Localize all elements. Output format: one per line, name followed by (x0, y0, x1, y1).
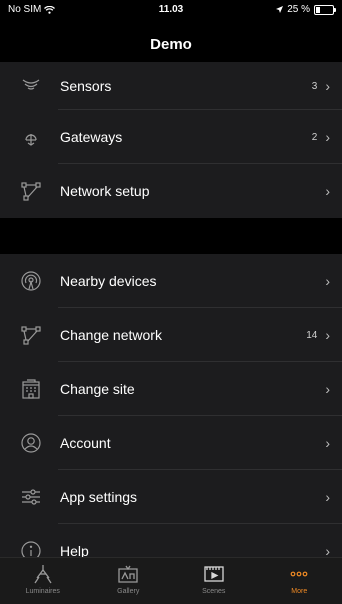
tab-gallery[interactable]: Gallery (86, 558, 172, 604)
tab-label: More (291, 588, 308, 595)
network-icon (20, 324, 42, 346)
list-item-sensors[interactable]: Sensors 3 › (0, 62, 342, 110)
status-right: 25 % (276, 4, 336, 15)
chevron-right-icon: › (325, 327, 330, 343)
gateway-icon (20, 126, 42, 148)
chevron-right-icon: › (325, 78, 330, 94)
list-item-label: Change network (60, 327, 162, 343)
list-item-account[interactable]: Account › (0, 416, 342, 470)
tab-label: Scenes (202, 588, 226, 595)
list-item-label: Sensors (60, 78, 112, 94)
tab-scenes[interactable]: Scenes (171, 558, 257, 604)
chevron-right-icon: › (325, 129, 330, 145)
page-title: Demo (150, 36, 192, 53)
battery-percent: 25 % (287, 4, 310, 15)
scenes-icon (203, 564, 225, 584)
account-icon (20, 432, 42, 454)
nearby-icon (20, 270, 42, 292)
list-item-label: Nearby devices (60, 273, 157, 289)
network-icon (20, 180, 42, 202)
list-item-label: Gateways (60, 129, 123, 145)
list-item-change-site[interactable]: Change site › (0, 362, 342, 416)
list-item-gateways[interactable]: Gateways 2 › (0, 110, 342, 164)
chevron-right-icon: › (325, 489, 330, 505)
list-item-app-settings[interactable]: App settings › (0, 470, 342, 524)
sensors-icon (20, 75, 42, 97)
building-icon (20, 378, 42, 400)
status-bar: No SIM 11.03 25 % (0, 0, 342, 18)
tab-bar: Luminaires Gallery Scenes More (0, 557, 342, 604)
list-item-label: Network setup (60, 183, 150, 199)
tab-luminaires[interactable]: Luminaires (0, 558, 86, 604)
list-item-nearby-devices[interactable]: Nearby devices › (0, 254, 342, 308)
list-item-label: App settings (60, 489, 138, 505)
sliders-icon (20, 486, 42, 508)
gallery-icon (117, 564, 139, 584)
location-arrow-icon (276, 6, 284, 13)
tab-label: Gallery (117, 588, 140, 595)
screen: No SIM 11.03 25 % Demo Sensors 3 › Gatew… (0, 0, 342, 604)
chevron-right-icon: › (325, 381, 330, 397)
chevron-right-icon: › (325, 183, 330, 199)
more-icon (288, 564, 310, 584)
list-item-label: Account (60, 435, 111, 451)
section-gap (0, 218, 342, 254)
list-item-network-setup[interactable]: Network setup › (0, 164, 342, 218)
luminaire-icon (33, 564, 53, 584)
chevron-right-icon: › (325, 435, 330, 451)
settings-list: Sensors 3 › Gateways 2 › Network setup ›… (0, 62, 342, 578)
list-item-count: 3 (311, 80, 318, 92)
list-item-count: 14 (306, 329, 318, 341)
battery-icon (314, 4, 336, 15)
list-item-change-network[interactable]: Change network 14 › (0, 308, 342, 362)
list-item-count: 2 (311, 131, 318, 143)
tab-label: Luminaires (25, 588, 60, 595)
tab-more[interactable]: More (257, 558, 342, 604)
list-item-label: Change site (60, 381, 135, 397)
chevron-right-icon: › (325, 273, 330, 289)
